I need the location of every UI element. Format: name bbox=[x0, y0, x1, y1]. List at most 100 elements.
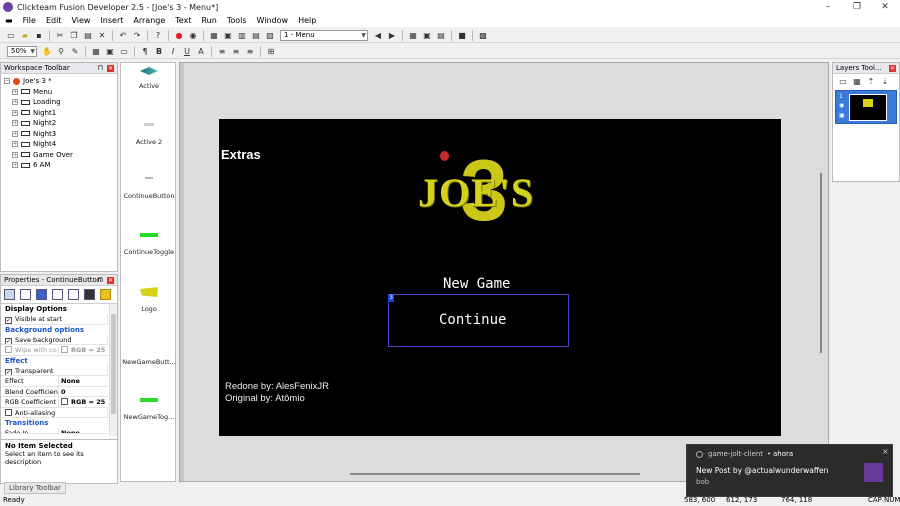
delete-icon[interactable]: ✕ bbox=[97, 30, 108, 41]
run-frame-icon[interactable]: ◉ bbox=[188, 30, 199, 41]
vertical-scrollbar[interactable] bbox=[818, 73, 826, 473]
tree-frame-item[interactable]: +6 AM bbox=[12, 160, 117, 171]
expand-icon[interactable]: + bbox=[12, 88, 18, 95]
menu-window[interactable]: Window bbox=[252, 16, 294, 25]
menu-help[interactable]: Help bbox=[293, 16, 321, 25]
display-tab-icon[interactable] bbox=[36, 289, 47, 300]
runtime-tab-icon[interactable] bbox=[84, 289, 95, 300]
expand-icon[interactable]: + bbox=[12, 141, 18, 148]
expand-icon[interactable]: + bbox=[12, 120, 18, 127]
tree-frame-item[interactable]: + Loading bbox=[12, 97, 117, 108]
blend-coefficient-row[interactable]: Blend Coefficient 0 bbox=[1, 386, 108, 397]
object-newgame-button[interactable]: NewGameButt... bbox=[121, 357, 177, 366]
edit-icon[interactable]: ✎ bbox=[70, 46, 81, 57]
layer-down-icon[interactable]: ⇣ bbox=[880, 76, 891, 87]
menu-insert[interactable]: Insert bbox=[95, 16, 128, 25]
library-toolbar-tab[interactable]: Library Toolbar bbox=[4, 482, 66, 494]
properties-scrollbar[interactable] bbox=[109, 304, 117, 436]
menu-file[interactable]: File bbox=[18, 16, 41, 25]
zoom-fit-icon[interactable]: ▩ bbox=[478, 30, 489, 41]
film-icon[interactable]: ■ bbox=[457, 30, 468, 41]
save-background-row[interactable]: ✓ Save background bbox=[1, 334, 108, 345]
menu-edit[interactable]: Edit bbox=[41, 16, 67, 25]
settings-tab-icon[interactable] bbox=[4, 289, 15, 300]
events-tab-icon[interactable] bbox=[52, 289, 63, 300]
game-logo[interactable]: 3 JOE'S bbox=[418, 148, 558, 234]
continue-selection-box[interactable]: 3 Continue bbox=[388, 294, 569, 347]
lock-icon[interactable]: ▣ bbox=[839, 112, 845, 119]
tree-frame-item[interactable]: + Night1 bbox=[12, 108, 117, 119]
transparent-checkbox[interactable]: ✓ bbox=[5, 368, 12, 375]
effect-row[interactable]: Effect None bbox=[1, 376, 108, 387]
frame-select[interactable]: 1 - Menu ▼ bbox=[280, 29, 368, 41]
anti-aliasing-row[interactable]: Anti-aliasing bbox=[1, 407, 108, 418]
snap-icon[interactable]: ▣ bbox=[422, 30, 433, 41]
event-list-icon[interactable]: ▤ bbox=[251, 30, 262, 41]
align-right-icon[interactable]: ≡ bbox=[245, 46, 256, 57]
expand-icon[interactable]: + bbox=[12, 151, 18, 158]
delete-layer-icon[interactable]: ▦ bbox=[852, 76, 863, 87]
object-continue-toggle[interactable]: ContinueToggle bbox=[121, 233, 177, 256]
menu-tools[interactable]: Tools bbox=[222, 16, 252, 25]
tree-frame-item[interactable]: + Night2 bbox=[12, 118, 117, 129]
close-icon[interactable]: ✕ bbox=[107, 65, 114, 72]
transparent-row[interactable]: ✓ Transparent bbox=[1, 365, 108, 376]
tree-frame-item[interactable]: + Night4 bbox=[12, 139, 117, 150]
bold-icon[interactable]: B bbox=[154, 46, 165, 57]
align-center-icon[interactable]: ≡ bbox=[231, 46, 242, 57]
object-active[interactable]: Active bbox=[121, 67, 177, 90]
close-icon[interactable]: × bbox=[882, 447, 889, 456]
continue-text[interactable]: Continue bbox=[439, 312, 506, 328]
wipe-checkbox[interactable] bbox=[5, 346, 12, 353]
data-elements-icon[interactable]: ▧ bbox=[265, 30, 276, 41]
rgb-coefficient-row[interactable]: RGB Coefficient RGB = 25 bbox=[1, 397, 108, 408]
expand-icon[interactable]: + bbox=[12, 109, 18, 116]
horizontal-scrollbar-thumb[interactable] bbox=[350, 473, 640, 475]
scrollbar-thumb[interactable] bbox=[820, 173, 822, 353]
open-icon[interactable]: ▰ bbox=[20, 30, 31, 41]
visible-checkbox[interactable]: ✓ bbox=[5, 317, 12, 324]
save-background-checkbox[interactable]: ✓ bbox=[5, 337, 12, 344]
menu-text[interactable]: Text bbox=[170, 16, 196, 25]
minimize-button[interactable]: – bbox=[814, 0, 842, 14]
undo-icon[interactable]: ↶ bbox=[118, 30, 129, 41]
close-button[interactable]: ✕ bbox=[871, 0, 899, 14]
cut-icon[interactable]: ✂ bbox=[55, 30, 66, 41]
expand-icon[interactable]: + bbox=[12, 162, 18, 169]
event-editor-icon[interactable]: ▥ bbox=[237, 30, 248, 41]
object-continue-button[interactable]: ContinueButton bbox=[121, 177, 177, 200]
scrollbar-thumb[interactable] bbox=[111, 314, 116, 414]
text-color-icon[interactable]: A bbox=[196, 46, 207, 57]
align-left-icon[interactable]: ≡ bbox=[217, 46, 228, 57]
frame-editor-icon[interactable]: ▣ bbox=[223, 30, 234, 41]
storyboard-icon[interactable]: ▦ bbox=[209, 30, 220, 41]
wipe-with-row[interactable]: Wipe with co RGB = 25 bbox=[1, 345, 108, 356]
game-frame-canvas[interactable]: Extras 3 JOE'S New Game 3 Continue Redon… bbox=[219, 119, 781, 436]
fade-in-row[interactable]: Fade In None bbox=[1, 428, 108, 434]
layer-up-icon[interactable]: ⇡ bbox=[866, 76, 877, 87]
menu-arrange[interactable]: Arrange bbox=[128, 16, 170, 25]
tree-root[interactable]: − Joe's 3 * bbox=[4, 76, 117, 87]
add-layer-icon[interactable]: ▭ bbox=[838, 76, 849, 87]
save-icon[interactable]: ▪ bbox=[34, 30, 45, 41]
run-application-icon[interactable]: ● bbox=[174, 30, 185, 41]
frame-icon[interactable]: ▭ bbox=[119, 46, 130, 57]
tree-frame-item[interactable]: + Game Over bbox=[12, 150, 117, 161]
layout-icon[interactable]: ▤ bbox=[436, 30, 447, 41]
pin-icon[interactable]: ⊓ bbox=[98, 275, 103, 286]
object-logo[interactable]: Logo bbox=[121, 287, 177, 313]
menu-view[interactable]: View bbox=[66, 16, 95, 25]
grid-icon[interactable]: ▦ bbox=[408, 30, 419, 41]
new-game-text[interactable]: New Game bbox=[443, 276, 510, 292]
redo-icon[interactable]: ↷ bbox=[132, 30, 143, 41]
values-tab-icon[interactable] bbox=[68, 289, 79, 300]
expand-icon[interactable]: + bbox=[12, 99, 18, 106]
object-newgame-toggle[interactable]: NewGameTog... bbox=[121, 398, 177, 421]
visible-at-start-row[interactable]: ✓ Visible at start bbox=[1, 314, 108, 325]
anti-aliasing-checkbox[interactable] bbox=[5, 408, 12, 416]
prev-frame-icon[interactable]: ◀ bbox=[373, 30, 384, 41]
zoom-select[interactable]: 50% ▼ bbox=[7, 45, 37, 57]
paste-icon[interactable]: ▤ bbox=[83, 30, 94, 41]
text-icon[interactable]: ¶ bbox=[140, 46, 151, 57]
notification-toast[interactable]: game-jolt-client • ahora × New Post by @… bbox=[686, 444, 893, 497]
